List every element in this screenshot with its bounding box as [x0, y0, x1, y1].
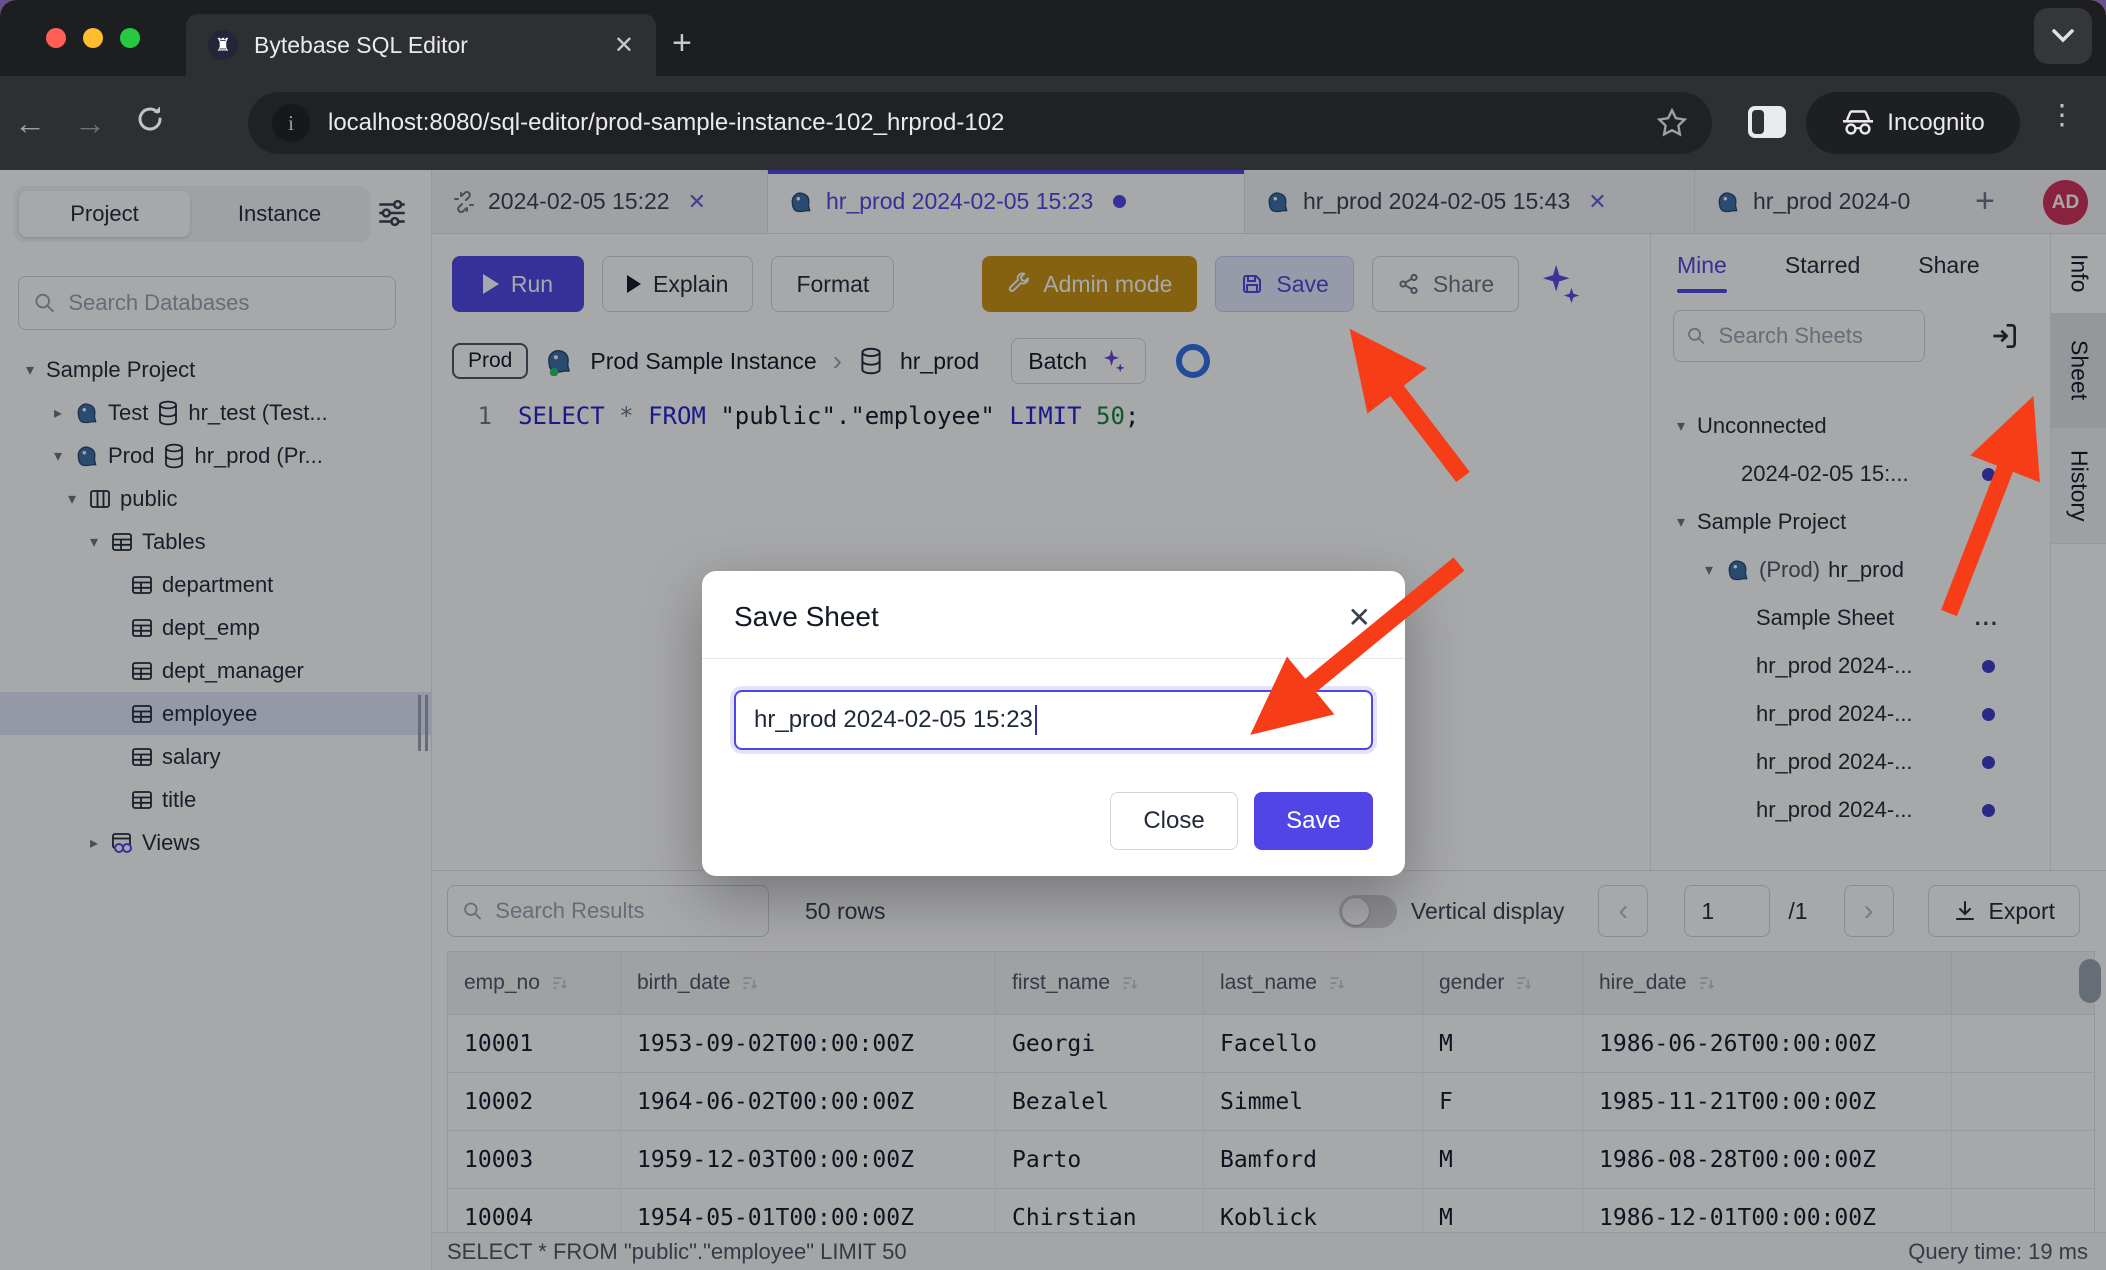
- browser-window: ♜ Bytebase SQL Editor ✕ + ← → i localhos…: [0, 0, 2106, 1270]
- forward-icon[interactable]: →: [60, 105, 120, 142]
- save-sheet-dialog: Save Sheet ✕ hr_prod 2024-02-05 15:23 Cl…: [702, 571, 1405, 876]
- maximize-window-button[interactable]: [120, 28, 140, 48]
- bytebase-favicon-icon: ♜: [208, 30, 238, 60]
- bytebase-app: Project Instance ▾ Sample Project ▸ Test: [0, 170, 2106, 1270]
- close-tab-icon[interactable]: ✕: [614, 31, 634, 60]
- dialog-close-button[interactable]: Close: [1110, 792, 1238, 850]
- reload-icon[interactable]: [120, 104, 180, 142]
- browser-toolbar: ← → i localhost:8080/sql-editor/prod-sam…: [0, 76, 2106, 170]
- incognito-icon: [1841, 110, 1875, 136]
- bookmark-star-icon[interactable]: [1656, 107, 1688, 139]
- text-caret: [1035, 705, 1037, 735]
- browser-tab-title: Bytebase SQL Editor: [254, 32, 598, 59]
- url-text[interactable]: localhost:8080/sql-editor/prod-sample-in…: [328, 109, 1638, 137]
- sheet-name-input[interactable]: hr_prod 2024-02-05 15:23: [734, 690, 1373, 750]
- dialog-footer: Close Save: [1110, 792, 1373, 850]
- tab-search-chevron-button[interactable]: [2034, 8, 2092, 64]
- incognito-badge: Incognito: [1806, 92, 2020, 154]
- dialog-close-icon[interactable]: ✕: [1348, 601, 1371, 634]
- new-tab-button[interactable]: +: [672, 24, 692, 63]
- site-info-icon[interactable]: i: [272, 104, 310, 142]
- side-panel-icon[interactable]: [1748, 106, 1786, 138]
- dialog-title: Save Sheet: [734, 601, 879, 633]
- browser-menu-icon[interactable]: ⋮: [2048, 98, 2076, 131]
- close-window-button[interactable]: [46, 28, 66, 48]
- traffic-lights: [46, 28, 140, 48]
- url-bar[interactable]: i localhost:8080/sql-editor/prod-sample-…: [248, 92, 1712, 154]
- back-icon[interactable]: ←: [0, 105, 60, 142]
- browser-tab[interactable]: ♜ Bytebase SQL Editor ✕: [186, 14, 656, 76]
- dialog-save-button[interactable]: Save: [1254, 792, 1373, 850]
- chevron-down-icon: [2052, 29, 2074, 43]
- incognito-label: Incognito: [1887, 109, 1984, 137]
- minimize-window-button[interactable]: [83, 28, 103, 48]
- dialog-divider: [702, 658, 1405, 659]
- browser-chrome: ♜ Bytebase SQL Editor ✕ + ← → i localhos…: [0, 0, 2106, 170]
